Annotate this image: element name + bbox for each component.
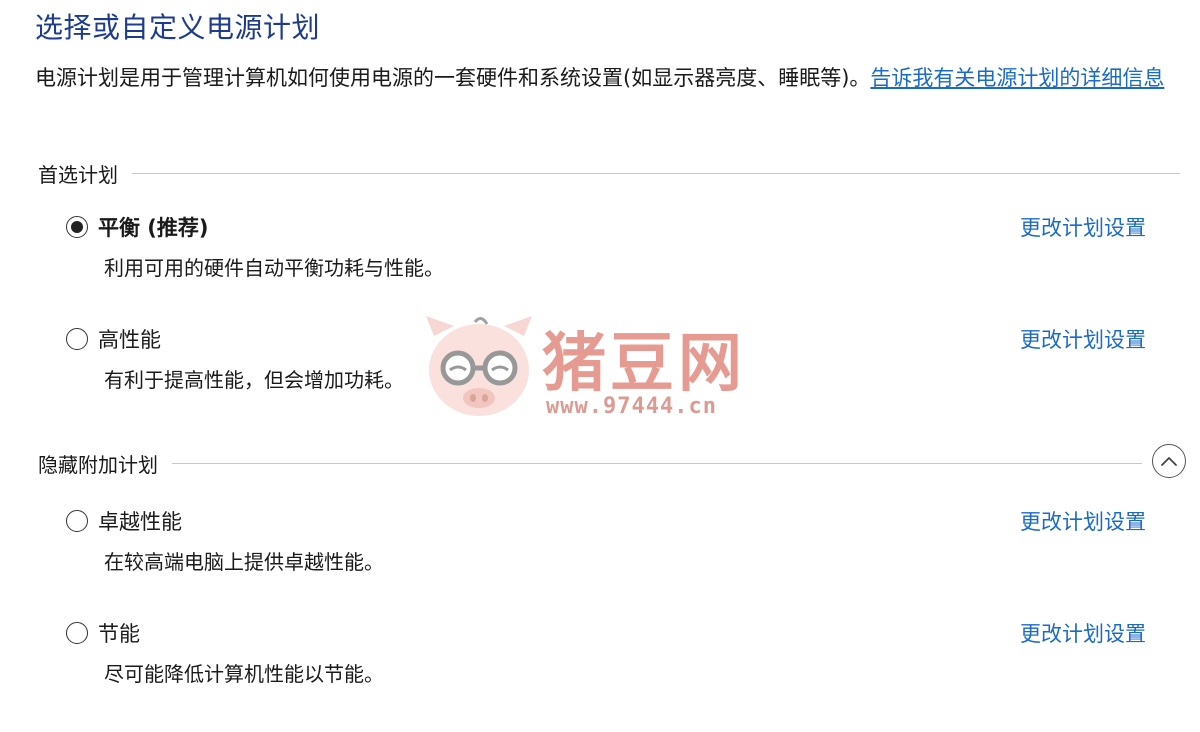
watermark-url: www.97444.cn [546,394,717,419]
description-text: 电源计划是用于管理计算机如何使用电源的一套硬件和系统设置(如显示器亮度、睡眠等)… [35,66,871,90]
plan-ultimate-performance-description: 在较高端电脑上提供卓越性能。 [104,550,384,574]
radio-selected-dot [71,221,83,233]
hidden-plans-label: 隐藏附加计划 [38,452,158,477]
preferred-plans-header: 首选计划 [38,158,1180,188]
plan-balanced-radio[interactable] [66,216,88,238]
plan-power-saver-name: 节能 [98,622,140,646]
plan-balanced: 平衡 (推荐) 更改计划设置 利用可用的硬件自动平衡功耗与性能。 [66,210,1156,281]
page-description: 电源计划是用于管理计算机如何使用电源的一套硬件和系统设置(如显示器亮度、睡眠等)… [35,62,1185,95]
hidden-plans-header: 隐藏附加计划 [38,448,1142,478]
plan-power-saver-radio[interactable] [66,622,88,644]
plan-high-performance-radio[interactable] [66,328,88,350]
page-title: 选择或自定义电源计划 [35,11,321,44]
plan-ultimate-performance-change-settings-link[interactable]: 更改计划设置 [1020,506,1146,536]
plan-ultimate-performance: 卓越性能 更改计划设置 在较高端电脑上提供卓越性能。 [66,504,1156,575]
learn-more-link[interactable]: 告诉我有关电源计划的详细信息 [870,66,1164,90]
plan-high-performance-description: 有利于提高性能，但会增加功耗。 [104,368,404,392]
plan-high-performance-change-settings-link[interactable]: 更改计划设置 [1020,324,1146,354]
preferred-plans-label: 首选计划 [38,162,118,187]
plan-power-saver-description: 尽可能降低计算机性能以节能。 [104,662,384,686]
power-options-page: 选择或自定义电源计划 电源计划是用于管理计算机如何使用电源的一套硬件和系统设置(… [0,0,1200,732]
plan-balanced-change-settings-link[interactable]: 更改计划设置 [1020,212,1146,242]
hidden-plans-divider [172,462,1142,464]
plan-balanced-name: 平衡 (推荐) [98,216,209,240]
plan-ultimate-performance-radio[interactable] [66,510,88,532]
plan-high-performance-name: 高性能 [98,328,161,352]
plan-high-performance: 高性能 更改计划设置 有利于提高性能，但会增加功耗。 [66,322,1156,393]
chevron-up-icon [1161,457,1177,466]
plan-ultimate-performance-name: 卓越性能 [98,510,182,534]
plan-balanced-description: 利用可用的硬件自动平衡功耗与性能。 [104,256,444,280]
plan-power-saver-change-settings-link[interactable]: 更改计划设置 [1020,618,1146,648]
plan-power-saver: 节能 更改计划设置 尽可能降低计算机性能以节能。 [66,616,1156,687]
collapse-hidden-plans-button[interactable] [1152,444,1186,478]
preferred-plans-divider [132,172,1180,174]
